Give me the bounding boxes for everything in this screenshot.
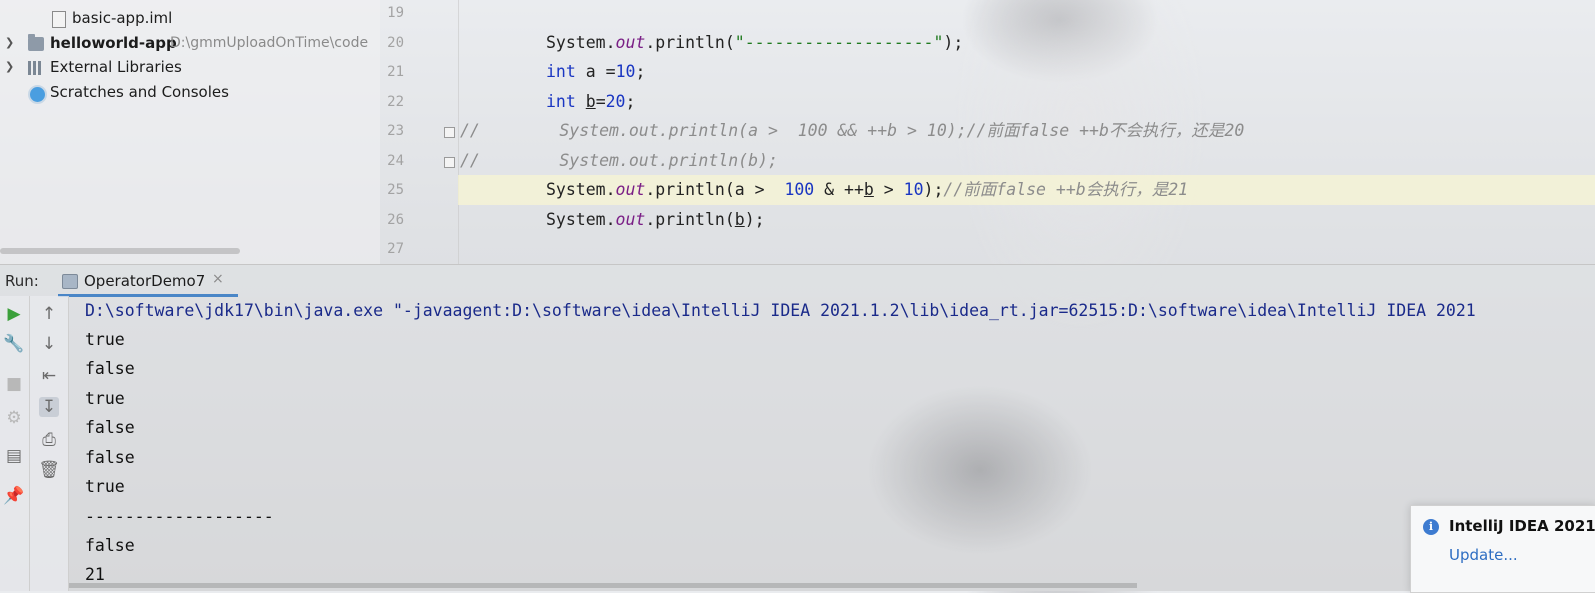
scratches-icon <box>28 85 47 104</box>
code-token: & ++ <box>814 180 864 199</box>
code-token: out <box>615 210 646 229</box>
code-token: ; <box>625 92 636 111</box>
close-icon[interactable]: × <box>212 271 224 287</box>
notification-title: IntelliJ IDEA 2021 <box>1449 517 1595 535</box>
tree-item-label: External Libraries <box>50 58 182 76</box>
update-notification: i IntelliJ IDEA 2021 Update... <box>1410 505 1595 593</box>
code-token: 10 <box>615 62 636 81</box>
horizontal-scrollbar[interactable] <box>69 583 1137 588</box>
line-number: 27 <box>387 241 404 257</box>
print-icon[interactable]: ⎙ <box>39 430 59 450</box>
console-line: false <box>85 418 135 437</box>
console-line: ------------------- <box>85 507 274 526</box>
console-line: false <box>85 359 135 378</box>
code-line-20: System.out.println("-------------------"… <box>458 28 963 58</box>
code-token: .println(a > <box>645 180 785 199</box>
soft-wrap-icon[interactable]: ⇤ <box>39 366 59 386</box>
line-number: 20 <box>387 35 404 51</box>
code-token: 20 <box>605 92 626 111</box>
rerun-icon[interactable]: ▶ <box>4 304 24 324</box>
line-number: 21 <box>387 64 404 80</box>
console-line: false <box>85 448 135 467</box>
info-icon: i <box>1423 519 1439 535</box>
line-number: 23 <box>387 123 404 139</box>
tree-item-label: Scratches and Consoles <box>50 83 229 101</box>
code-token: b <box>585 92 596 111</box>
code-token: //前面false ++b会执行，是21 <box>943 180 1189 199</box>
code-token: "-------------------" <box>734 33 944 52</box>
code-line-26: System.out.println(b); <box>458 205 765 235</box>
run-toolbar-primary: ▶ 🔧 ■ ⚙ ▤ 📌 <box>0 296 30 591</box>
arrow-up-icon[interactable]: ↑ <box>39 304 59 324</box>
tab-label: OperatorDemo7 <box>84 272 206 290</box>
project-tree-panel: basic-app.iml ❯ helloworld-app D:\gmmUpl… <box>0 0 380 264</box>
stop-icon[interactable]: ■ <box>4 374 24 394</box>
code-token: .println( <box>645 33 735 52</box>
tree-item-label: basic-app.iml <box>72 9 173 27</box>
update-link[interactable]: Update... <box>1449 546 1518 564</box>
chevron-right-icon[interactable]: ❯ <box>5 31 17 55</box>
code-token: int <box>546 92 576 111</box>
code-editor[interactable]: 19 20 21 22 23 24 25 26 27 System.out.pr… <box>380 0 1595 264</box>
code-token: ; <box>635 62 646 81</box>
run-toolbar-secondary: ↑ ↓ ⇤ ↧ ⎙ 🗑 <box>30 296 69 591</box>
wrench-icon[interactable]: 🔧 <box>3 334 24 354</box>
line-number: 19 <box>387 5 404 21</box>
code-token: = <box>595 92 606 111</box>
module-path: D:\gmmUploadOnTime\code <box>170 35 369 51</box>
code-token: ); <box>943 33 964 52</box>
console-line: D:\software\jdk17\bin\java.exe "-javaage… <box>85 301 1476 320</box>
library-icon <box>28 61 44 75</box>
code-token: ); <box>744 210 765 229</box>
line-number: 24 <box>387 153 404 169</box>
code-token: b <box>863 180 874 199</box>
run-tool-window-header: Run: OperatorDemo7 × <box>0 264 1595 297</box>
code-token: out <box>615 180 646 199</box>
pin-icon[interactable]: 📌 <box>3 486 24 506</box>
code-line-22: int b=20; <box>458 87 635 117</box>
code-token: > <box>873 180 904 199</box>
code-token: System. <box>546 33 616 52</box>
code-line-25: System.out.println(a > 100 & ++b > 10);/… <box>458 175 1595 205</box>
fold-marker-icon[interactable] <box>444 157 455 168</box>
run-config-icon <box>62 274 78 289</box>
code-token: b <box>734 210 745 229</box>
console-line: true <box>85 330 125 349</box>
code-token: out <box>615 33 646 52</box>
module-folder-icon <box>28 34 44 51</box>
editor-gutter: 19 20 21 22 23 24 25 26 27 <box>380 0 459 264</box>
scroll-to-end-icon[interactable]: ↧ <box>39 397 59 417</box>
console-line: true <box>85 477 125 496</box>
code-token: 10 <box>903 180 924 199</box>
code-token: System. <box>546 180 616 199</box>
code-token: 100 <box>784 180 815 199</box>
layout-icon[interactable]: ▤ <box>4 446 24 466</box>
debug-settings-icon[interactable]: ⚙ <box>4 408 24 428</box>
line-number: 22 <box>387 94 404 110</box>
run-label: Run: <box>5 272 39 290</box>
console-line: false <box>85 536 135 555</box>
tree-item-helloworld-app[interactable]: ❯ helloworld-app D:\gmmUploadOnTime\code <box>0 31 380 55</box>
iml-file-icon <box>52 11 66 28</box>
fold-marker-icon[interactable] <box>444 127 455 138</box>
code-line-21: int a =10; <box>458 57 645 87</box>
code-token: a = <box>575 62 616 81</box>
chevron-right-icon[interactable]: ❯ <box>5 55 17 79</box>
horizontal-scrollbar[interactable] <box>0 248 240 254</box>
code-line-23: // System.out.println(a > 100 && ++b > 1… <box>460 121 1245 140</box>
console-output[interactable]: D:\software\jdk17\bin\java.exe "-javaage… <box>69 296 1595 591</box>
tab-operator-demo7[interactable]: OperatorDemo7 × <box>58 265 238 297</box>
code-token: System. <box>546 210 616 229</box>
code-token: int <box>546 62 576 81</box>
code-token: .println( <box>645 210 735 229</box>
line-number: 25 <box>387 182 404 198</box>
tree-item-label: helloworld-app <box>50 34 177 52</box>
arrow-down-icon[interactable]: ↓ <box>39 334 59 354</box>
console-line: true <box>85 389 125 408</box>
trash-icon[interactable]: 🗑 <box>38 460 60 480</box>
code-token: ); <box>923 180 944 199</box>
code-line-24: // System.out.println(b); <box>460 151 778 170</box>
line-number: 26 <box>387 212 404 228</box>
